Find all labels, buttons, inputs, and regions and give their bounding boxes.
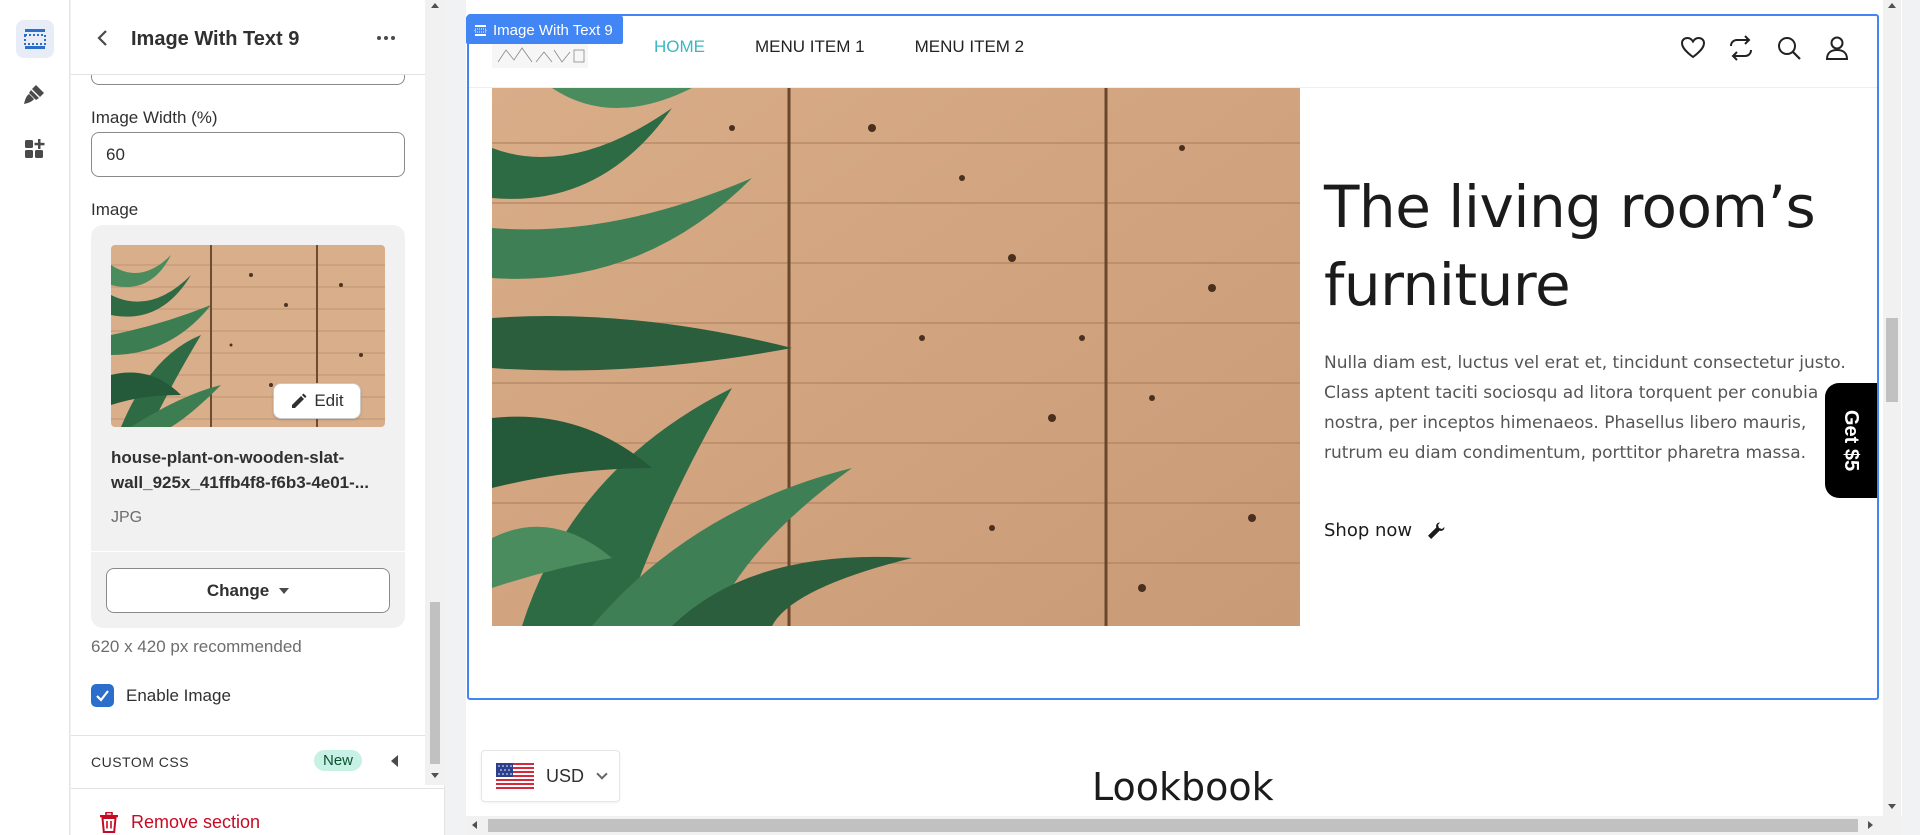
gutter — [445, 0, 466, 835]
edit-image-button[interactable]: Edit — [273, 383, 361, 419]
scroll-up-arrow[interactable] — [1888, 3, 1896, 8]
edit-label: Edit — [314, 391, 344, 410]
sections-rail-button[interactable] — [16, 20, 54, 58]
custom-css-heading[interactable]: CUSTOM CSS — [91, 754, 189, 770]
paint-brush-icon — [24, 85, 44, 104]
remove-section-button[interactable]: Remove section — [99, 812, 260, 833]
chevron-left-icon — [97, 30, 107, 46]
scrollbar-corner — [1883, 816, 1901, 835]
expand-custom-css-icon[interactable] — [391, 755, 398, 767]
preview-horizontal-scrollbar[interactable] — [466, 816, 1883, 835]
vertical-scroll-thumb[interactable] — [1886, 318, 1898, 402]
dot — [384, 36, 388, 40]
panel-scroll-thumb[interactable] — [430, 602, 440, 764]
back-button[interactable] — [91, 26, 113, 50]
image-picker-card: Edit house-plant-on-wooden-slat-wall_925… — [91, 225, 405, 628]
new-badge: New — [314, 750, 363, 771]
dot — [377, 36, 381, 40]
app-blocks-rail-button[interactable] — [16, 130, 54, 168]
scroll-left-arrow[interactable] — [472, 821, 477, 829]
section-tag[interactable]: Image With Text 9 — [466, 16, 623, 44]
currency-code: USD — [546, 765, 585, 786]
image-label: Image — [91, 200, 139, 219]
trash-icon — [100, 812, 118, 833]
checkmark-icon — [96, 690, 109, 702]
scroll-down-arrow[interactable] — [431, 773, 439, 778]
sections-icon — [24, 29, 46, 49]
section-settings-panel: Image Width (%) 60 Image Edit house-plan… — [71, 0, 445, 835]
more-actions-button[interactable] — [371, 28, 401, 48]
horizontal-scroll-thumb[interactable] — [488, 819, 1858, 832]
preview-vertical-scrollbar[interactable] — [1883, 0, 1901, 816]
selected-section-outline — [467, 14, 1879, 700]
store-preview: HOME MENU ITEM 1 MENU ITEM 2 The living … — [466, 0, 1902, 816]
us-flag-icon — [496, 763, 534, 789]
theme-settings-rail-button[interactable] — [16, 75, 54, 113]
change-label: Change — [206, 580, 270, 600]
get-5-tab[interactable]: Get $5 — [1825, 383, 1877, 498]
caret-down-icon — [279, 587, 290, 594]
divider — [71, 788, 445, 789]
theme-editor: Image Width (%) 60 Image Edit house-plan… — [0, 0, 1920, 835]
get-5-label: Get $5 — [1840, 409, 1863, 472]
image-size-hint: 620 x 420 px recommended — [91, 637, 302, 656]
section-grid-icon — [474, 24, 487, 36]
enable-image-checkbox[interactable] — [91, 684, 114, 707]
enable-image-label[interactable]: Enable Image — [126, 686, 231, 706]
dot — [391, 36, 395, 40]
remove-section-label: Remove section — [131, 812, 261, 832]
image-file-name: house-plant-on-wooden-slat-wall_925x_41f… — [111, 448, 369, 492]
card-divider — [91, 551, 405, 552]
change-image-button[interactable]: Change — [106, 568, 390, 613]
editor-rail — [0, 0, 70, 835]
scroll-down-arrow[interactable] — [1888, 804, 1896, 809]
scroll-up-arrow[interactable] — [431, 3, 439, 8]
scroll-right-arrow[interactable] — [1868, 821, 1873, 829]
currency-selector[interactable]: USD — [481, 750, 620, 802]
lookbook-heading: Lookbook — [1092, 765, 1274, 809]
panel-title: Image With Text 9 — [131, 28, 300, 50]
divider — [71, 735, 425, 736]
chevron-down-icon — [596, 768, 608, 780]
image-width-input[interactable]: 60 — [91, 132, 405, 177]
panel-scrollbar[interactable] — [425, 0, 445, 785]
apps-icon — [25, 139, 45, 158]
panel-header: Image With Text 9 — [71, 0, 425, 75]
image-width-label: Image Width (%) — [91, 108, 218, 127]
section-tag-label: Image With Text 9 — [493, 21, 613, 39]
image-file-type: JPG — [111, 509, 143, 526]
pencil-icon — [292, 393, 307, 408]
